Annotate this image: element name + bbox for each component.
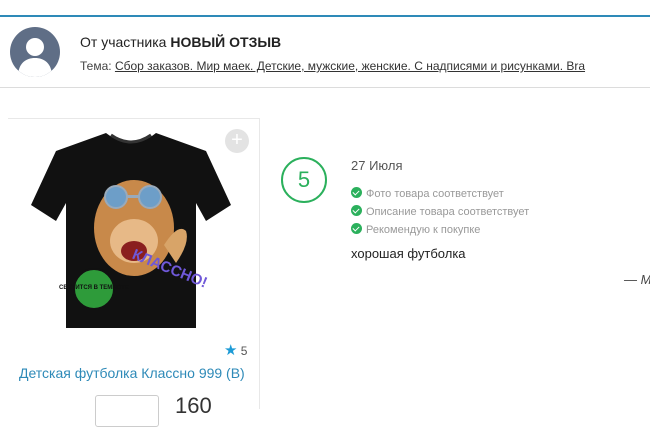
author-line: От участника НОВЫЙ ОТЗЫВ xyxy=(80,34,281,50)
user-silhouette-icon xyxy=(18,38,52,77)
check-icon xyxy=(351,205,362,216)
rating-value: 5 xyxy=(240,344,248,358)
header-divider xyxy=(0,87,650,88)
topic-label: Тема: xyxy=(80,59,112,73)
star-icon: ★ xyxy=(224,342,238,359)
review-text: хорошая футболка xyxy=(351,246,466,261)
check-icon xyxy=(351,187,362,198)
check-recommend: Рекомендую к покупке xyxy=(351,223,480,236)
topic-line: Тема: Сбор заказов. Мир маек. Детские, м… xyxy=(80,59,585,73)
product-rating: ★ 5 xyxy=(224,341,247,359)
review-score: 5 xyxy=(281,157,327,203)
glow-badge-text: СВЕТИТСЯ В ТЕМНОТЕ xyxy=(59,285,129,291)
author-name[interactable]: НОВЫЙ ОТЗЫВ xyxy=(170,34,281,50)
product-title-link[interactable]: Детская футболка Классно 999 (В) xyxy=(19,365,245,381)
review-signature: — М xyxy=(624,272,650,287)
check-label: Фото товара соответствует xyxy=(366,188,504,200)
check-label: Описание товара соответствует xyxy=(366,206,530,218)
check-label: Рекомендую к покупке xyxy=(366,224,481,236)
check-icon xyxy=(351,223,362,234)
add-to-compare-button[interactable]: + xyxy=(225,129,249,153)
review-date: 27 Июля xyxy=(351,158,403,173)
author-prefix: От участника xyxy=(80,34,167,50)
check-description-matches: Описание товара соответствует xyxy=(351,205,529,218)
product-image[interactable]: СВЕТИТСЯ В ТЕМНОТЕ КЛАССНО! xyxy=(26,123,236,338)
check-photo-matches: Фото товара соответствует xyxy=(351,187,504,200)
avatar[interactable] xyxy=(10,27,60,77)
product-card: СВЕТИТСЯ В ТЕМНОТЕ КЛАССНО! + ★ 5 Детска… xyxy=(8,118,260,427)
review-header: От участника НОВЫЙ ОТЗЫВ Тема: Сбор зака… xyxy=(0,17,650,87)
product-price: 160 xyxy=(175,393,212,418)
topic-link[interactable]: Сбор заказов. Мир маек. Детские, мужские… xyxy=(115,59,585,73)
